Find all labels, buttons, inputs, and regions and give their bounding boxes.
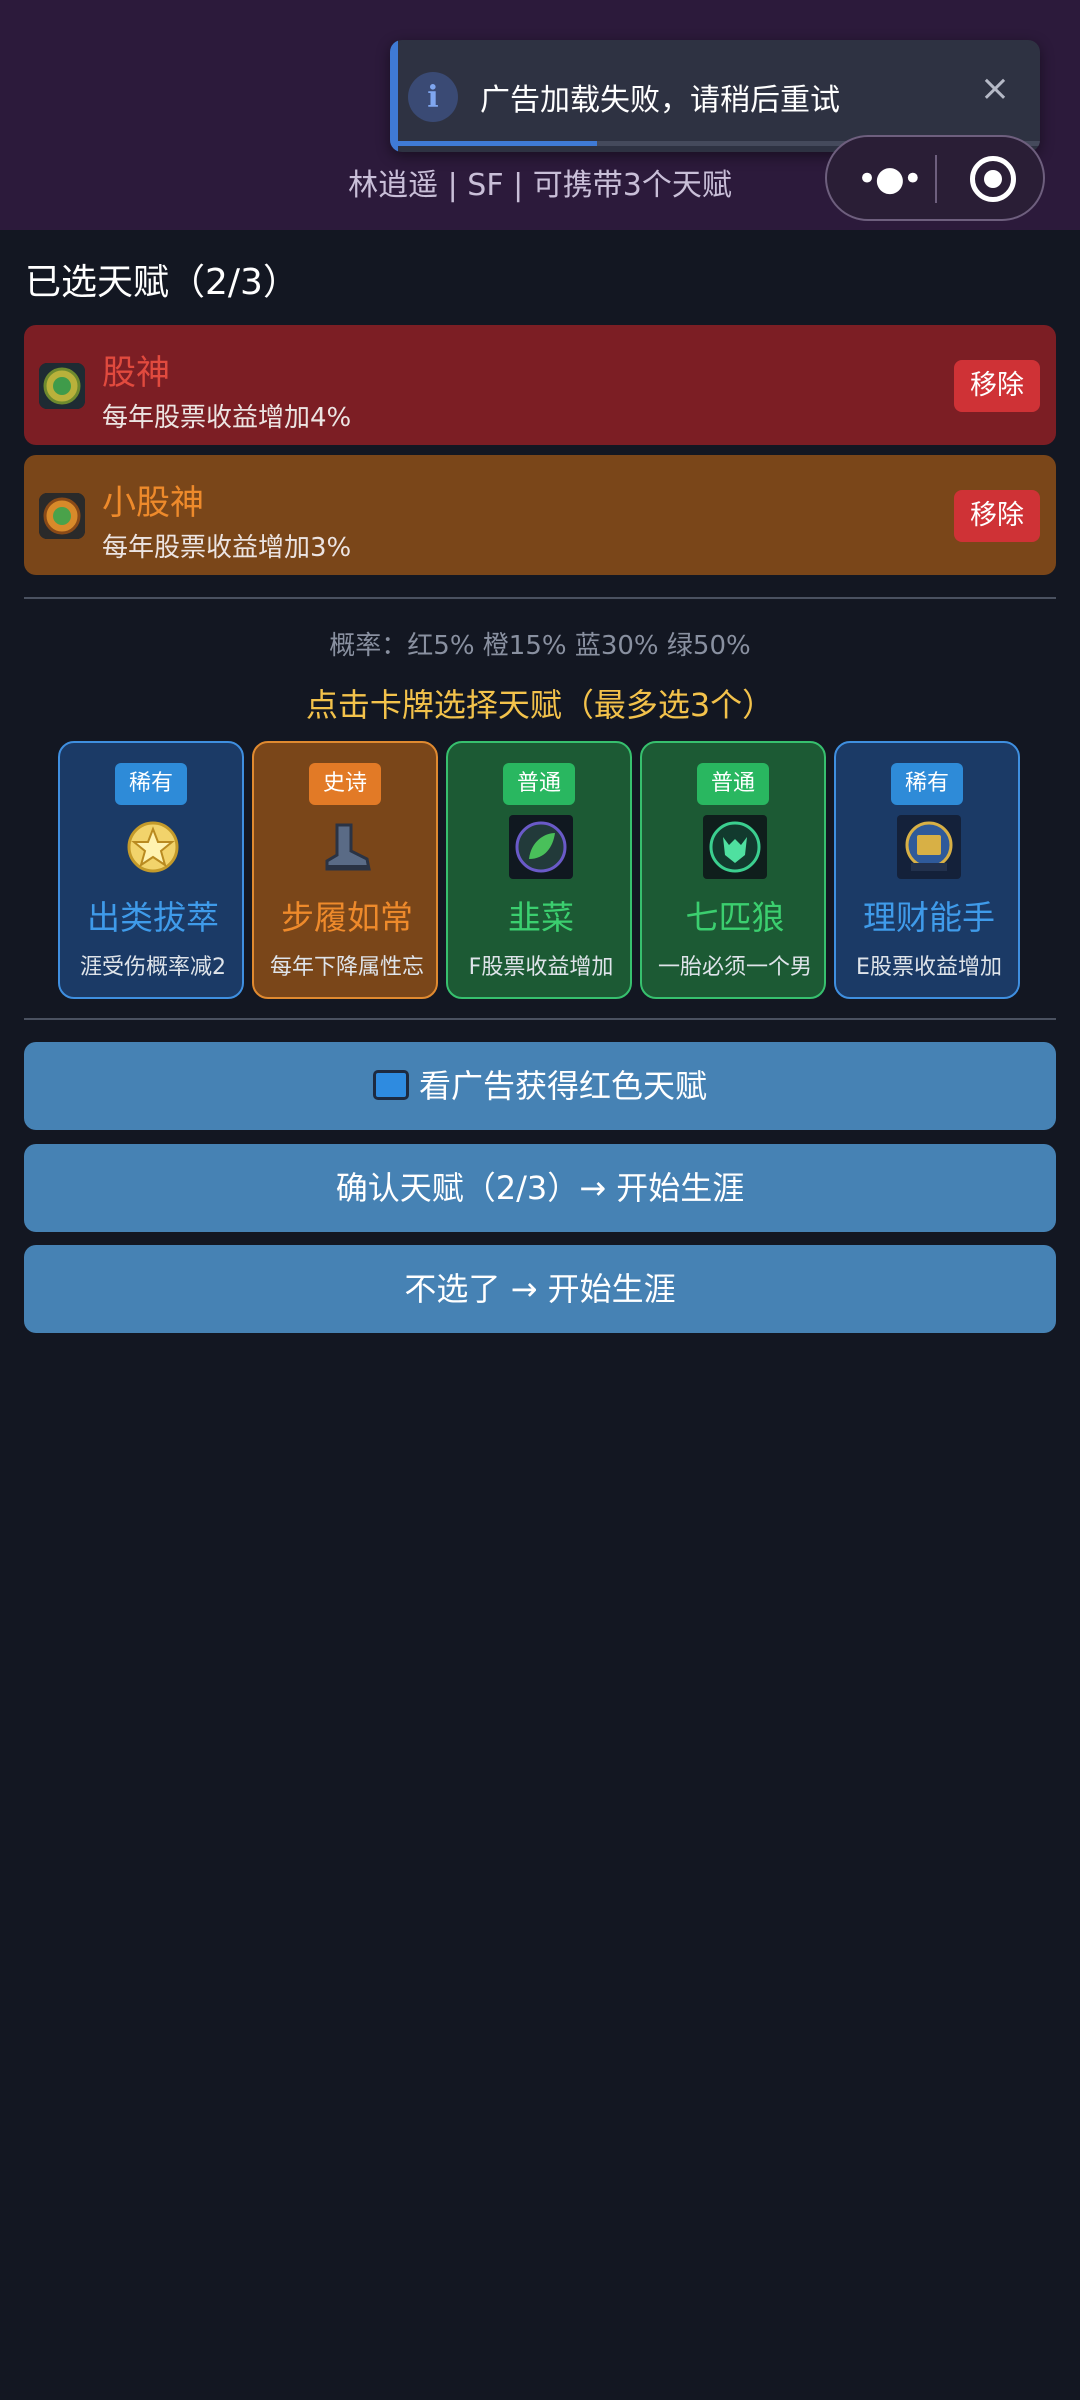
rarity-badge: 普通 [697,763,769,805]
talent-card[interactable]: 普通 韭菜 F股票收益增加 [446,741,632,999]
star-medal-icon [127,821,179,873]
talent-name: 小股神 [102,483,204,523]
card-name: 理财能手 [863,898,995,937]
pick-instruction: 点击卡牌选择天赋（最多选3个） [305,686,775,724]
selected-talent-card: 股神 每年股票收益增加4% 移除 [24,325,1056,445]
more-menu-icon[interactable]: •●• [857,159,923,199]
selected-talent-card: 小股神 每年股票收益增加3% 移除 [24,455,1056,575]
talent-desc: 每年股票收益增加3% [102,533,352,563]
remove-button[interactable]: 移除 [954,490,1040,542]
toast-accent-bar [390,40,398,152]
toast-progress-fill [398,141,598,146]
rarity-badge: 稀有 [115,763,187,805]
watch-ad-label: 看广告获得红色天赋 [418,1067,707,1105]
tv-icon [372,1070,409,1100]
finance-book-icon [897,815,961,879]
boot-icon [325,823,371,871]
card-desc: 涯受伤概率减2 [80,955,226,980]
rarity-badge: 普通 [503,763,575,805]
leaf-icon [509,815,573,879]
confirm-button[interactable]: 确认天赋（2/3）→ 开始生涯 [24,1144,1056,1232]
card-name: 韭菜 [508,898,574,937]
card-desc: F股票收益增加 [468,955,614,980]
talent-card-row: 稀有 出类拔萃 涯受伤概率减2 史诗 步履如常 每年下降属性忘 普通 韭菜 F股… [58,741,1022,999]
coin-icon [39,493,85,539]
miniprogram-capsule: •●• [825,135,1045,221]
card-name: 步履如常 [281,898,413,937]
close-miniprogram-icon[interactable] [970,156,1016,202]
close-icon[interactable]: × [980,68,1010,109]
card-desc: 一胎必须一个男 [657,955,812,980]
info-icon: i [408,72,458,122]
skip-button[interactable]: 不选了 → 开始生涯 [24,1245,1056,1333]
talent-card[interactable]: 史诗 步履如常 每年下降属性忘 [252,741,438,999]
coin-icon [39,363,85,409]
rarity-badge: 稀有 [891,763,963,805]
divider [24,597,1056,599]
watch-ad-button[interactable]: 看广告获得红色天赋 [24,1042,1056,1130]
talent-card[interactable]: 普通 七匹狼 一胎必须一个男 [640,741,826,999]
probability-text: 概率：红5% 橙15% 蓝30% 绿50% [329,631,751,661]
wolf-icon [703,815,767,879]
capsule-divider [935,155,937,203]
divider [24,1018,1056,1020]
card-name: 出类拔萃 [87,898,219,937]
selected-talents-title: 已选天赋（2/3） [25,262,299,303]
talent-card[interactable]: 稀有 理财能手 E股票收益增加 [834,741,1020,999]
toast-message: 广告加载失败，请稍后重试 [480,83,840,118]
talent-card[interactable]: 稀有 出类拔萃 涯受伤概率减2 [58,741,244,999]
talent-desc: 每年股票收益增加4% [102,403,352,433]
card-name: 七匹狼 [685,898,785,937]
card-desc: 每年下降属性忘 [269,955,424,980]
rarity-badge: 史诗 [309,763,381,805]
remove-button[interactable]: 移除 [954,360,1040,412]
card-desc: E股票收益增加 [856,955,1002,980]
talent-name: 股神 [102,353,170,393]
